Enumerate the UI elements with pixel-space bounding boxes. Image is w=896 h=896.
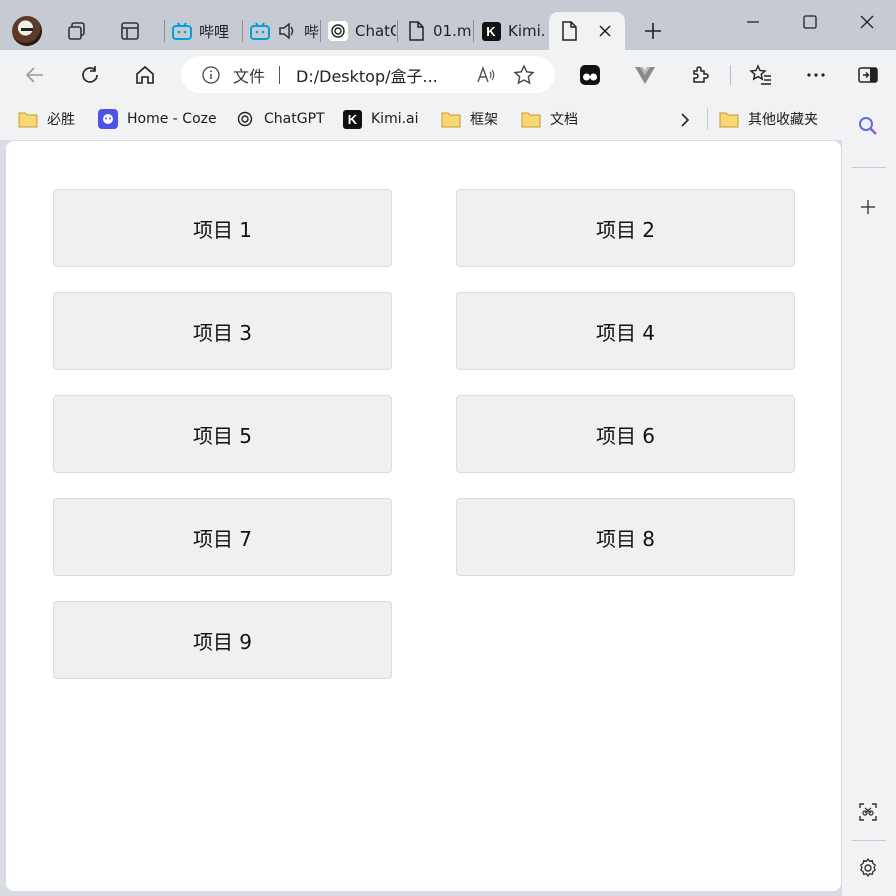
vertical-tabs-icon[interactable] (119, 20, 141, 42)
more-options-icon[interactable] (804, 63, 828, 87)
search-icon[interactable] (857, 115, 879, 137)
bookmark-folder-bisheng[interactable]: 必胜 (18, 108, 75, 130)
grid-item-1: 项目 1 (53, 189, 392, 267)
bilibili-icon (250, 21, 270, 41)
add-icon[interactable] (857, 196, 879, 218)
home-icon[interactable] (133, 63, 157, 87)
chatgpt-icon (328, 21, 348, 41)
grid-item-9: 项目 9 (53, 601, 392, 679)
tab-kimi[interactable]: K Kimi. (481, 12, 549, 50)
profile-avatar[interactable] (12, 16, 42, 46)
bookmarks-bar: 必胜 Home - Coze ChatGPT K Kimi.ai 框架 文档 其… (0, 100, 842, 140)
kimi-icon: K (343, 109, 362, 129)
bilibili-icon (172, 21, 192, 41)
folder-icon (521, 112, 541, 128)
tab-label: Kimi. (508, 22, 546, 40)
tab-chatgpt[interactable]: ChatG (328, 12, 396, 50)
chevron-right-icon[interactable] (676, 110, 694, 130)
favorite-star-icon[interactable] (513, 63, 535, 86)
tab-file[interactable]: 01.m (406, 12, 474, 50)
grid-item-6: 项目 6 (456, 395, 795, 473)
new-tab-icon[interactable] (641, 19, 665, 43)
bookmark-kimi[interactable]: K Kimi.ai (343, 108, 419, 130)
window-close-icon[interactable] (857, 12, 877, 32)
tab-label: 哔 (304, 22, 320, 41)
item-grid: 项目 1 项目 2 项目 3 项目 4 项目 5 项目 6 项目 7 项目 8 … (53, 189, 795, 679)
grid-item-2: 项目 2 (456, 189, 795, 267)
chatgpt-icon (237, 111, 253, 127)
screenshot-icon[interactable] (857, 801, 879, 823)
grid-item-8: 项目 8 (456, 498, 795, 576)
bookmark-label: 必胜 (47, 112, 75, 128)
side-panel (842, 100, 896, 896)
maximize-icon[interactable] (800, 12, 820, 32)
tab-strip: 哔哩 哔 ChatG 01.m K Kimi. (0, 0, 896, 50)
bookmark-label: 文档 (550, 112, 578, 128)
tab-label: ChatG (355, 22, 396, 40)
sidebar-toggle-icon[interactable] (856, 63, 880, 87)
address-bar[interactable]: 文件 D:/Desktop/盒子... (181, 56, 555, 93)
navigation-toolbar: 文件 D:/Desktop/盒子... (0, 50, 896, 100)
tab-active-file[interactable] (549, 12, 625, 50)
bookmark-label: 其他收藏夹 (748, 112, 818, 128)
grid-item-7: 项目 7 (53, 498, 392, 576)
extension-tampermonkey-icon[interactable] (578, 63, 602, 87)
favorites-icon[interactable] (749, 63, 773, 87)
back-icon[interactable] (23, 63, 47, 87)
speaker-icon[interactable] (277, 21, 297, 41)
workspaces-icon[interactable] (66, 20, 88, 42)
kimi-icon: K (481, 21, 501, 41)
tab-bilibili-2[interactable]: 哔 (250, 12, 320, 50)
page-viewport: 项目 1 项目 2 项目 3 项目 4 项目 5 项目 6 项目 7 项目 8 … (6, 141, 841, 891)
folder-icon (719, 112, 739, 128)
file-icon (406, 21, 426, 41)
extensions-icon[interactable] (688, 63, 712, 87)
tab-label: 01.m (433, 22, 472, 40)
extension-vue-icon[interactable] (633, 63, 657, 87)
file-icon (559, 21, 579, 41)
grid-item-3: 项目 3 (53, 292, 392, 370)
url-text[interactable]: D:/Desktop/盒子... (296, 63, 475, 87)
minimize-icon[interactable] (743, 12, 763, 32)
site-label: 文件 (233, 66, 266, 86)
settings-gear-icon[interactable] (857, 857, 879, 879)
tab-bilibili-1[interactable]: 哔哩 (172, 12, 240, 50)
bookmark-folder-other[interactable]: 其他收藏夹 (719, 108, 818, 130)
bookmark-folder-docs[interactable]: 文档 (521, 108, 578, 130)
bookmark-label: Home - Coze (127, 111, 217, 127)
bookmark-coze[interactable]: Home - Coze (98, 108, 217, 130)
bookmark-label: ChatGPT (264, 111, 325, 127)
grid-item-4: 项目 4 (456, 292, 795, 370)
bookmark-label: 框架 (470, 112, 498, 128)
grid-item-5: 项目 5 (53, 395, 392, 473)
folder-icon (441, 112, 461, 128)
coze-icon (98, 109, 118, 129)
bookmark-chatgpt[interactable]: ChatGPT (235, 108, 325, 130)
close-icon[interactable] (595, 21, 615, 41)
read-aloud-icon[interactable] (475, 64, 497, 86)
bookmark-label: Kimi.ai (371, 111, 419, 127)
folder-icon (18, 112, 38, 128)
bookmark-folder-framework[interactable]: 框架 (441, 108, 498, 130)
info-icon[interactable] (201, 65, 221, 85)
tab-label: 哔哩 (199, 22, 230, 41)
refresh-icon[interactable] (78, 63, 102, 87)
